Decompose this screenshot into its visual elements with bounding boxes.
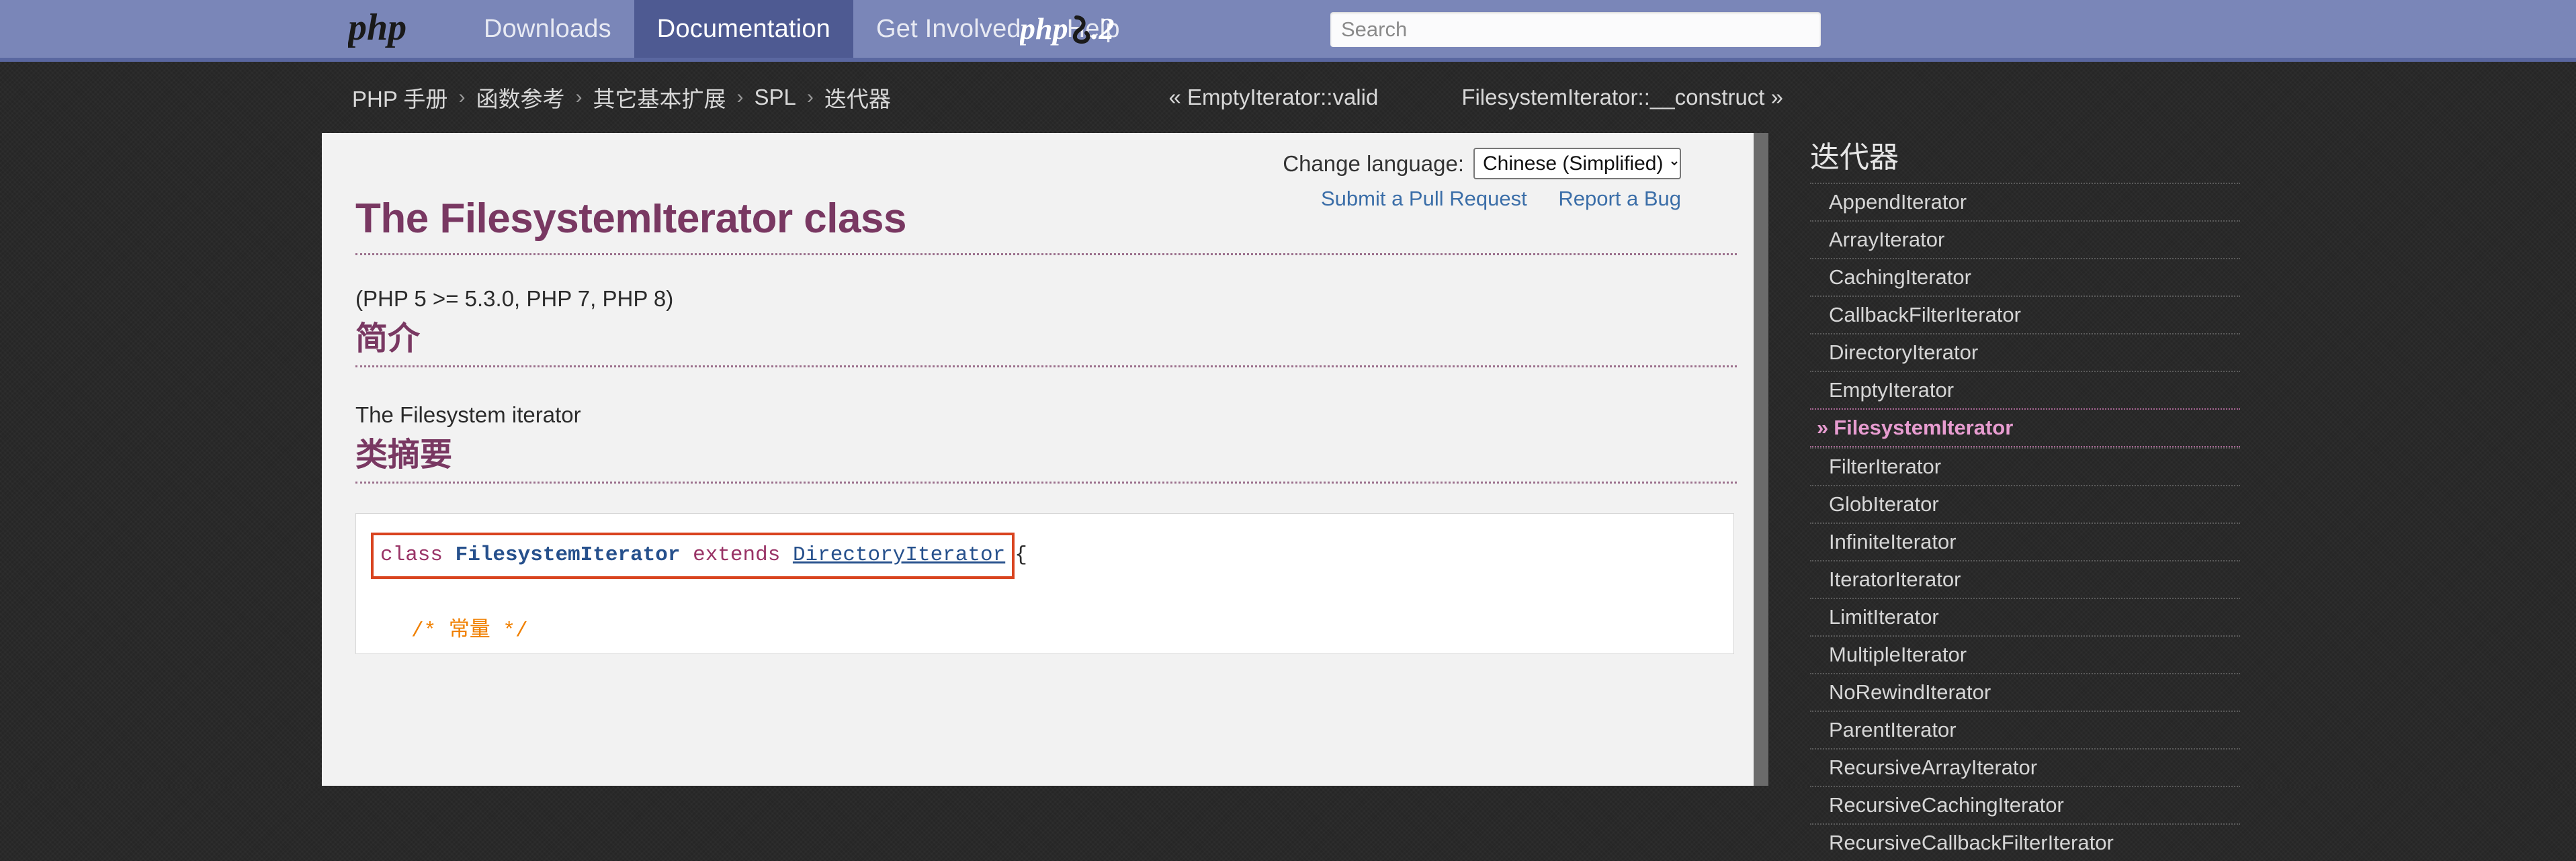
- sidebar-item-label: AppendIterator: [1829, 190, 1967, 214]
- open-brace: {: [1015, 543, 1027, 567]
- sidebar-item-label: IteratorIterator: [1829, 568, 1961, 591]
- php-version-logo-icon[interactable]: php .2: [1020, 0, 1127, 58]
- keyword-extends: extends: [693, 543, 781, 567]
- breadcrumb-item-spl[interactable]: SPL: [754, 85, 796, 110]
- current-item-marker-icon: »: [1817, 416, 1829, 439]
- top-navigation-bar: php Downloads Documentation Get Involved…: [0, 0, 2576, 62]
- sidebar-item-label: GlobIterator: [1829, 492, 1939, 516]
- class-declaration-highlight: class FilesystemIterator extends Directo…: [371, 533, 1015, 580]
- change-language-label: Change language:: [1283, 150, 1464, 176]
- semicolon: ;: [836, 653, 849, 654]
- sidebar-item-callbackfilteriterator[interactable]: CallbackFilterIterator: [1810, 296, 2240, 333]
- sidebar-item-multipleiterator[interactable]: MultipleIterator: [1810, 635, 2240, 673]
- breadcrumb: PHP 手册 › 函数参考 › 其它基本扩展 › SPL › 迭代器: [352, 81, 891, 114]
- sidebar-item-label: FilesystemIterator: [1834, 416, 2014, 439]
- search-container: [1330, 12, 1821, 47]
- sidebar-item-label: RecursiveArrayIterator: [1829, 756, 2038, 779]
- breadcrumb-item-other-basic-extensions[interactable]: 其它基本扩展: [593, 81, 726, 114]
- class-synopsis-code-block: class FilesystemIterator extends Directo…: [355, 513, 1734, 654]
- php-version-info: (PHP 5 >= 5.3.0, PHP 7, PHP 8): [355, 286, 674, 311]
- breadcrumb-separator: ›: [458, 86, 466, 108]
- php-logo-icon[interactable]: php: [348, 0, 427, 58]
- parent-class-link[interactable]: DirectoryIterator: [793, 543, 1005, 567]
- introduction-paragraph: The Filesystem iterator: [355, 402, 581, 427]
- const-type: int: [574, 653, 611, 654]
- sidebar-item-directoryiterator[interactable]: DirectoryIterator: [1810, 333, 2240, 371]
- sidebar-item-label: InfiniteIterator: [1829, 530, 1957, 553]
- sidebar-item-arrayiterator[interactable]: ArrayIterator: [1810, 220, 2240, 258]
- sidebar-item-recursivecallbackfilteriterator[interactable]: RecursiveCallbackFilterIterator: [1810, 823, 2240, 861]
- pager-previous-link[interactable]: « EmptyIterator::valid: [1169, 85, 1379, 110]
- nav-link-get-involved[interactable]: Get Involved: [853, 0, 1044, 58]
- breadcrumb-item-php-manual[interactable]: PHP 手册: [352, 81, 447, 114]
- svg-text:php: php: [1020, 11, 1068, 46]
- sidebar-item-label: NoRewindIterator: [1829, 680, 1991, 704]
- breadcrumb-item-function-reference[interactable]: 函数参考: [476, 81, 564, 114]
- pager-navigation: « EmptyIterator::valid FilesystemIterato…: [1169, 85, 1783, 110]
- sidebar-item-label: CachingIterator: [1829, 265, 1971, 289]
- sidebar-item-emptyiterator[interactable]: EmptyIterator: [1810, 371, 2240, 408]
- svg-text:php: php: [348, 9, 406, 48]
- sidebar-item-cachingiterator[interactable]: CachingIterator: [1810, 258, 2240, 296]
- sidebar-item-recursivecachingiterator[interactable]: RecursiveCachingIterator: [1810, 786, 2240, 823]
- const-modifier: public const: [411, 653, 561, 654]
- sidebar-item-label: ArrayIterator: [1829, 228, 1945, 251]
- sidebar-item-recursivearrayiterator[interactable]: RecursiveArrayIterator: [1810, 748, 2240, 786]
- nav-link-documentation[interactable]: Documentation: [634, 0, 853, 58]
- sidebar-item-norewinditerator[interactable]: NoRewindIterator: [1810, 673, 2240, 711]
- const-name-link[interactable]: CURRENT_MODE_MASK: [624, 653, 836, 654]
- top-navigation-inner: php Downloads Documentation Get Involved…: [0, 0, 2576, 58]
- breadcrumb-bar: PHP 手册 › 函数参考 › 其它基本扩展 › SPL › 迭代器 « Emp…: [0, 62, 2576, 133]
- sidebar-item-globiterator[interactable]: GlobIterator: [1810, 485, 2240, 523]
- change-language-row: Change language: Chinese (Simplified): [1283, 148, 1681, 179]
- breadcrumb-separator: ›: [736, 86, 744, 108]
- content-scrollbar[interactable]: [1754, 133, 1768, 786]
- sidebar-item-parentiterator[interactable]: ParentIterator: [1810, 711, 2240, 748]
- breadcrumb-item-iterators[interactable]: 迭代器: [824, 81, 891, 114]
- sidebar-title: 迭代器: [1810, 141, 1899, 174]
- sidebar-item-iteratoriterator[interactable]: IteratorIterator: [1810, 560, 2240, 598]
- svg-text:.2: .2: [1091, 11, 1115, 46]
- constants-comment: /* 常量 */: [411, 619, 528, 643]
- main-content-panel: Change language: Chinese (Simplified) Su…: [322, 133, 1754, 786]
- document-body: The FilesystemIterator class (PHP 5 >= 5…: [355, 195, 1737, 654]
- keyword-class: class: [380, 543, 443, 567]
- sidebar-item-label: CallbackFilterIterator: [1829, 303, 2021, 326]
- sidebar-item-label: FilterIterator: [1829, 455, 1942, 478]
- class-name: FilesystemIterator: [455, 543, 681, 567]
- pager-next-link[interactable]: FilesystemIterator::__construct »: [1461, 85, 1783, 110]
- section-heading-class-synopsis: 类摘要: [355, 428, 1737, 484]
- sidebar-iterator-list: AppendIterator ArrayIterator CachingIterat…: [1810, 183, 2240, 861]
- search-input[interactable]: [1330, 12, 1821, 47]
- breadcrumb-separator: ›: [806, 86, 814, 108]
- sidebar-item-label: RecursiveCachingIterator: [1829, 793, 2064, 817]
- sidebar-item-label: MultipleIterator: [1829, 643, 1967, 666]
- section-heading-introduction: 简介: [355, 312, 1737, 367]
- sidebar-item-infiniteiterator[interactable]: InfiniteIterator: [1810, 523, 2240, 560]
- sidebar-item-label: DirectoryIterator: [1829, 341, 1979, 364]
- sidebar-item-label: LimitIterator: [1829, 605, 1939, 629]
- sidebar-item-filteriterator[interactable]: FilterIterator: [1810, 447, 2240, 485]
- page-title: The FilesystemIterator class: [355, 195, 1737, 255]
- sidebar-item-label: EmptyIterator: [1829, 378, 1955, 402]
- sidebar-item-label: ParentIterator: [1829, 718, 1957, 741]
- sidebar-item-label: RecursiveCallbackFilterIterator: [1829, 831, 2114, 854]
- nav-link-downloads[interactable]: Downloads: [461, 0, 634, 58]
- sidebar-item-limititerator[interactable]: LimitIterator: [1810, 598, 2240, 635]
- breadcrumb-separator: ›: [575, 86, 583, 108]
- right-sidebar: 迭代器 AppendIterator ArrayIterator CachingIt…: [1810, 133, 2240, 861]
- sidebar-item-appenditerator[interactable]: AppendIterator: [1810, 183, 2240, 220]
- sidebar-item-current-filesystemiterator[interactable]: » FilesystemIterator: [1810, 408, 2240, 447]
- language-select[interactable]: Chinese (Simplified): [1473, 148, 1681, 179]
